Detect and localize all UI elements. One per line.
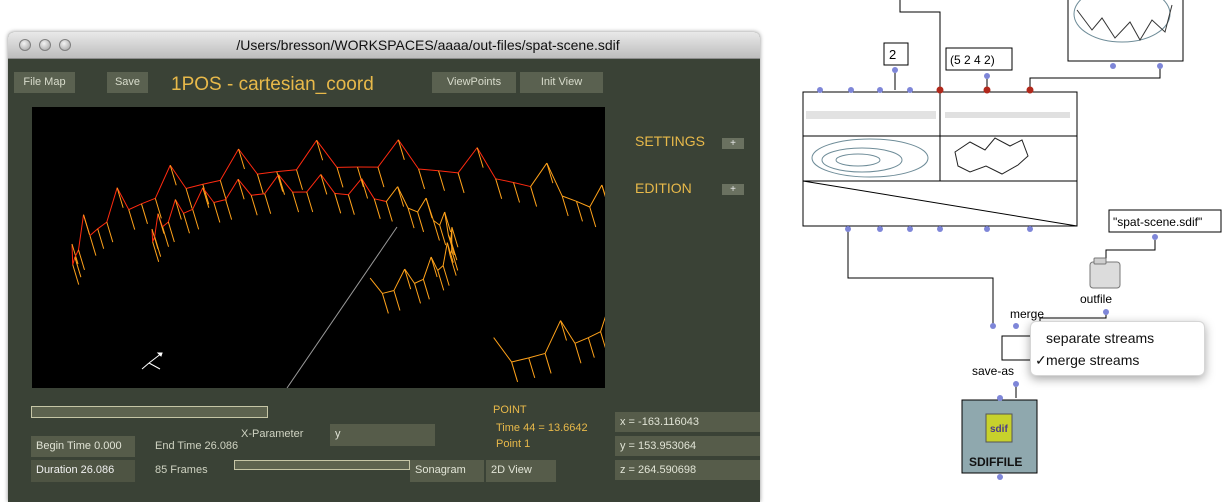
z-coordinate-field[interactable]: z = 264.590698: [615, 460, 760, 480]
duration-field[interactable]: Duration 26.086: [31, 460, 135, 482]
folder-icon[interactable]: [1089, 257, 1121, 289]
begin-time-field[interactable]: Begin Time 0.000: [31, 436, 135, 457]
y-coordinate-field[interactable]: y = 153.953064: [615, 436, 760, 456]
file-map-button[interactable]: File Map: [14, 72, 75, 93]
outlet-dot[interactable]: [1013, 381, 1019, 387]
frames-count-label: 85 Frames: [155, 464, 208, 476]
x-parameter-select[interactable]: y: [330, 424, 435, 446]
save-button[interactable]: Save: [107, 72, 148, 93]
inlet-dot[interactable]: [990, 323, 996, 329]
x-parameter-label: X-Parameter: [241, 428, 304, 440]
menu-item-merge-streams[interactable]: merge streams: [1046, 352, 1139, 368]
zoom-window-button[interactable]: [59, 39, 71, 51]
3d-trajectory-view[interactable]: [32, 107, 659, 389]
outlet-dot[interactable]: [1157, 63, 1163, 69]
spatialization-object-box[interactable]: [802, 91, 1078, 227]
outlet-dot[interactable]: [1103, 309, 1109, 315]
view-axis-line: [286, 226, 398, 389]
outlet-dot[interactable]: [997, 474, 1003, 480]
merge-mode-menu[interactable]: separate streams ✓ merge streams: [1030, 321, 1205, 376]
x-coordinate-field[interactable]: x = -163.116043: [615, 412, 760, 432]
trajectory-plot[interactable]: [32, 107, 659, 389]
point-time-label: Time 44 = 13.6642: [496, 422, 588, 434]
outlet-dot[interactable]: [1110, 63, 1116, 69]
point-header: POINT: [493, 404, 527, 416]
trajectory-preview-box[interactable]: [1067, 0, 1184, 62]
settings-expand-button[interactable]: +: [722, 138, 744, 149]
time-range-slider[interactable]: [31, 406, 268, 418]
filename-value: "spat-scene.sdif": [1113, 215, 1202, 229]
2d-view-button[interactable]: 2D View: [486, 460, 556, 482]
sdiffile-label: SDIFFILE: [969, 455, 1022, 469]
title-bar[interactable]: /Users/bresson/WORKSPACES/aaaa/out-files…: [8, 32, 760, 59]
number-box-value: 2: [889, 47, 896, 62]
sonagram-button[interactable]: Sonagram: [410, 460, 484, 482]
patch-canvas[interactable]: 2 (5 2 4 2) "spat-scene.sdif" outfile me…: [785, 0, 1227, 502]
view-title: 1POS - cartesian_coord: [171, 74, 374, 95]
outlet-dot[interactable]: [892, 67, 898, 73]
outlet-dot[interactable]: [1152, 234, 1158, 240]
outfile-label: outfile: [1080, 292, 1112, 306]
menu-item-separate-streams[interactable]: separate streams: [1046, 330, 1154, 346]
edition-expand-button[interactable]: +: [722, 184, 744, 195]
viewpoints-button[interactable]: ViewPoints: [432, 72, 516, 93]
close-window-button[interactable]: [19, 39, 31, 51]
end-time-label: End Time 26.086: [155, 440, 239, 452]
sdif-icon-text: sdif: [990, 424, 1008, 435]
checkmark-icon: ✓: [1035, 352, 1047, 368]
axis-gizmo-icon: [141, 352, 163, 370]
inlet-dot[interactable]: [1013, 323, 1019, 329]
save-as-label: save-as: [972, 364, 1014, 378]
inner-trajectory-ring: [151, 174, 459, 314]
merge-label: merge: [1010, 307, 1044, 321]
save-as-box[interactable]: [1001, 335, 1033, 361]
list-box-value: (5 2 4 2): [950, 53, 995, 67]
init-view-button[interactable]: Init View: [520, 72, 603, 93]
outlet-dot[interactable]: [984, 73, 990, 79]
inlet-dot[interactable]: [997, 395, 1003, 401]
frame-slider[interactable]: [234, 460, 410, 470]
outer-trajectory-ring: [71, 139, 659, 383]
edition-label: EDITION: [635, 180, 692, 196]
sdif-editor-window: /Users/bresson/WORKSPACES/aaaa/out-files…: [8, 32, 760, 502]
point-index-label: Point 1: [496, 438, 531, 450]
object-outlets[interactable]: [845, 226, 1033, 232]
settings-label: SETTINGS: [635, 133, 706, 149]
minimize-window-button[interactable]: [39, 39, 51, 51]
window-title: /Users/bresson/WORKSPACES/aaaa/out-files…: [236, 37, 620, 53]
